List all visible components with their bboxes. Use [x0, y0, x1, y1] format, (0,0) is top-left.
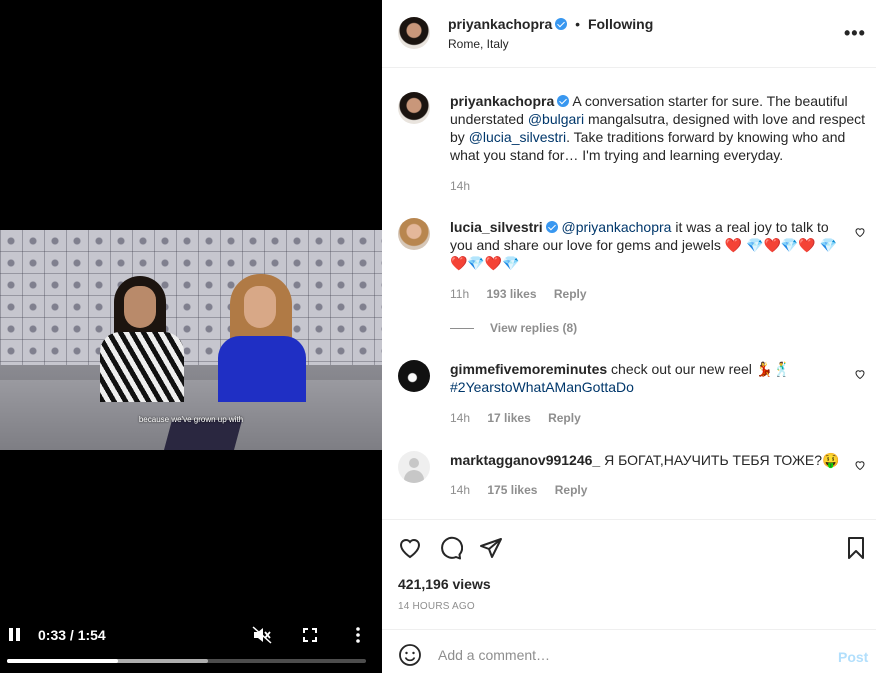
comment-body: check out our new reel 💃🕺 [607, 361, 791, 377]
reply-line [450, 328, 474, 330]
post-location[interactable]: Rome, Italy [448, 37, 509, 51]
commenter-username[interactable]: marktagganov991246_ [450, 452, 600, 468]
comment-likes[interactable]: 17 likes [487, 411, 530, 425]
video-book [163, 420, 243, 450]
following-button[interactable]: Following [588, 16, 653, 32]
video-player[interactable]: because we've grown up with 0:33 / 1:54 [0, 0, 382, 673]
caption-username[interactable]: priyankachopra [450, 93, 554, 109]
video-background-wall [0, 230, 382, 365]
caption-avatar[interactable] [398, 92, 430, 124]
heart-icon[interactable] [854, 459, 866, 471]
post-caption: priyankachopra A conversation starter fo… [398, 92, 868, 193]
commenter-username[interactable]: gimmefivemoreminutes [450, 361, 607, 377]
verified-badge-icon [545, 221, 558, 233]
verified-badge-icon [555, 18, 568, 30]
comment-text: gimmefivemoreminutes check out our new r… [450, 360, 850, 396]
muted-speaker-icon[interactable] [252, 626, 272, 644]
comment-item: marktagganov991246_ Я БОГАТ,НАУЧИТЬ ТЕБЯ… [398, 451, 868, 511]
mention-link[interactable]: @lucia_silvestri [469, 129, 566, 145]
reply-button[interactable]: Reply [548, 411, 581, 425]
caption-meta: 14h [450, 179, 484, 193]
heart-icon[interactable] [398, 536, 422, 560]
video-frame[interactable]: because we've grown up with [0, 230, 382, 450]
video-person-right [216, 270, 308, 402]
post-header: priyankachopra • Following Rome, Italy •… [382, 0, 876, 68]
commenter-avatar[interactable] [398, 451, 430, 483]
post-actions: 421,196 views 14 HOURS AGO [382, 519, 876, 630]
comment-meta: 11h 193 likes Reply [450, 287, 601, 301]
comment-time[interactable]: 14h [450, 411, 470, 425]
video-progress-bar[interactable] [7, 659, 366, 663]
post-timestamp[interactable]: 14 HOURS AGO [398, 601, 475, 612]
heart-icon[interactable] [854, 226, 866, 238]
comment-item: lucia_silvestri @priyankachopra it was a… [398, 218, 868, 338]
commenter-avatar[interactable] [398, 360, 430, 392]
comment-item: gimmefivemoreminutes check out our new r… [398, 360, 868, 430]
more-options-icon[interactable]: ••• [844, 24, 865, 42]
comment-text: lucia_silvestri @priyankachopra it was a… [450, 218, 850, 272]
commenter-username[interactable]: lucia_silvestri [450, 219, 543, 235]
video-controls: 0:33 / 1:54 [0, 620, 382, 650]
post-side-panel: priyankachopra • Following Rome, Italy •… [382, 0, 876, 673]
pause-icon[interactable] [9, 628, 21, 641]
comment-meta: 14h 17 likes Reply [450, 411, 595, 425]
mention-link[interactable]: @priyankachopra [562, 219, 672, 235]
bookmark-icon[interactable] [844, 536, 868, 560]
view-replies-button[interactable]: View replies (8) [450, 321, 577, 335]
video-progress-played [7, 659, 119, 663]
heart-icon[interactable] [854, 368, 866, 380]
comment-text: marktagganov991246_ Я БОГАТ,НАУЧИТЬ ТЕБЯ… [450, 451, 850, 469]
video-subtitle: because we've grown up with [138, 415, 244, 424]
hashtag-link[interactable]: #2YearstoWhatAManGottaDo [450, 379, 634, 395]
commenter-avatar[interactable] [398, 218, 430, 250]
author-username[interactable]: priyankachopra [448, 16, 552, 32]
comment-input[interactable] [438, 640, 818, 670]
mention-link[interactable]: @bulgari [528, 111, 584, 127]
video-time: 0:33 / 1:54 [38, 627, 106, 643]
more-vertical-icon[interactable] [351, 626, 365, 644]
comment-likes[interactable]: 193 likes [486, 287, 536, 301]
fullscreen-icon[interactable] [301, 626, 319, 644]
video-person-left [96, 270, 188, 402]
separator-dot: • [575, 16, 581, 32]
post-comment-button[interactable]: Post [838, 649, 868, 665]
view-count[interactable]: 421,196 views [398, 576, 491, 592]
share-icon[interactable] [479, 536, 503, 560]
comment-meta: 14h 175 likes Reply [450, 483, 601, 497]
caption-text: priyankachopra A conversation starter fo… [450, 92, 868, 164]
comment-likes[interactable]: 175 likes [487, 483, 537, 497]
reply-button[interactable]: Reply [554, 287, 587, 301]
caption-time[interactable]: 14h [450, 179, 470, 193]
comment-time[interactable]: 14h [450, 483, 470, 497]
comment-icon[interactable] [439, 536, 463, 560]
verified-badge-icon [557, 95, 570, 107]
add-comment-bar: Post [382, 630, 876, 673]
comment-time[interactable]: 11h [450, 287, 469, 301]
view-replies-label: View replies (8) [490, 321, 578, 335]
reply-button[interactable]: Reply [555, 483, 588, 497]
comment-body: Я БОГАТ,НАУЧИТЬ ТЕБЯ ТОЖЕ?🤑 [600, 452, 840, 468]
author-avatar[interactable] [398, 17, 430, 49]
emoji-icon[interactable] [398, 643, 422, 667]
header-user-line: priyankachopra • Following [448, 16, 653, 32]
